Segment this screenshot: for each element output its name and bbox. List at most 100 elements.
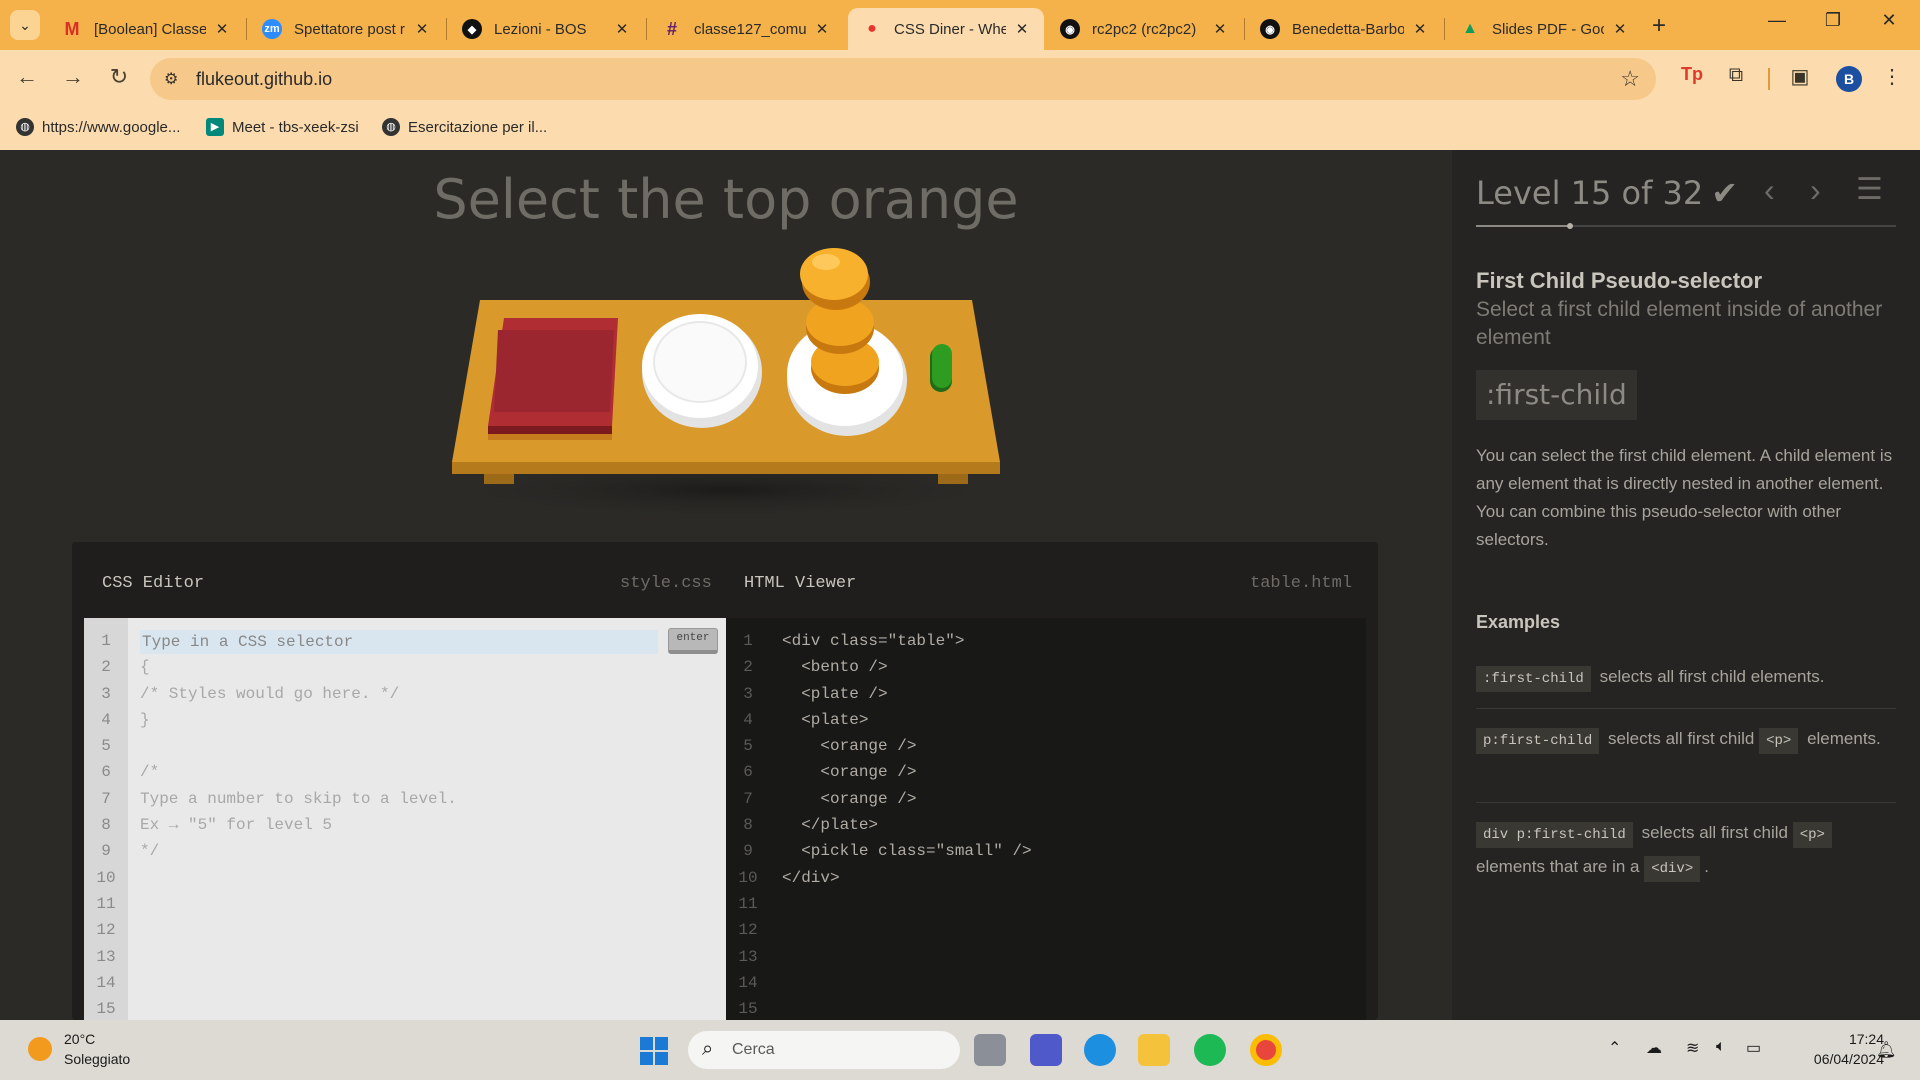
html-line[interactable]: <pickle class="small" /> xyxy=(782,838,1031,864)
close-icon[interactable]: ✕ xyxy=(814,20,830,38)
bookmark-label: Esercitazione per il... xyxy=(408,118,548,136)
edge-icon[interactable] xyxy=(1084,1034,1116,1066)
example-text: elements that are in a xyxy=(1476,857,1640,876)
google-drive-icon: ▲ xyxy=(1462,20,1478,37)
tab-title: rc2pc2 (rc2pc2) xyxy=(1092,20,1197,38)
side-panel-icon[interactable]: ▣ xyxy=(1786,64,1814,89)
html-line[interactable]: <orange /> xyxy=(782,786,1032,812)
html-line[interactable]: <plate> xyxy=(782,707,1032,733)
bookmark-google[interactable]: ◍ https://www.google... xyxy=(16,118,180,136)
bookmark-meet[interactable]: ▶ Meet - tbs-xeek-zsi xyxy=(206,118,359,136)
html-viewer-title: HTML Viewer xyxy=(744,574,857,593)
tab-gmail[interactable]: M [Boolean] Classe ✕ xyxy=(48,8,244,50)
example-1: :first-child selects all first child ele… xyxy=(1476,660,1896,694)
site-info-icon[interactable]: ⚙ xyxy=(164,69,178,89)
tab-zoom[interactable]: zm Spettatore post r ✕ xyxy=(248,8,444,50)
reload-icon: ↻ xyxy=(109,64,129,89)
html-line[interactable]: <orange /> xyxy=(782,733,1032,759)
tab-css-diner[interactable]: ● CSS Diner - Whe ✕ xyxy=(848,8,1044,50)
close-icon: ✕ xyxy=(1881,10,1897,30)
github-icon: ◉ xyxy=(1260,19,1280,39)
html-line[interactable]: <bento /> xyxy=(782,654,1032,680)
chrome-icon[interactable] xyxy=(1250,1034,1282,1066)
tab-slack[interactable]: # classe127_comur ✕ xyxy=(648,8,844,50)
bookmark-esercitazione[interactable]: ◍ Esercitazione per il... xyxy=(382,118,547,136)
example-code: <p> xyxy=(1759,728,1799,754)
minimize-button[interactable]: — xyxy=(1762,10,1792,31)
spotify-icon[interactable] xyxy=(1194,1034,1226,1066)
volume-icon[interactable]: 🔈︎ xyxy=(1716,1038,1726,1056)
tab-github-benedetta[interactable]: ◉ Benedetta-Barbo ✕ xyxy=(1246,8,1442,50)
table-scene xyxy=(426,248,1026,520)
html-line[interactable]: <orange /> xyxy=(782,759,1032,785)
close-window-button[interactable]: ✕ xyxy=(1874,10,1904,31)
teams-icon[interactable] xyxy=(1030,1034,1062,1066)
example-3: div p:first-child selects all first chil… xyxy=(1476,816,1896,884)
close-icon[interactable]: ✕ xyxy=(1612,20,1628,38)
extensions-puzzle-icon[interactable]: ⧉ xyxy=(1722,64,1750,87)
level-progress xyxy=(1476,223,1896,229)
tab-bos[interactable]: ◆ Lezioni - BOS ✕ xyxy=(448,8,644,50)
enter-button[interactable]: enter xyxy=(668,628,718,654)
bookmark-star-icon[interactable]: ☆ xyxy=(1620,66,1640,92)
onedrive-icon[interactable]: ☁ xyxy=(1646,1038,1662,1058)
clock-date[interactable]: 06/04/2024 xyxy=(1786,1051,1884,1067)
previous-level-button[interactable]: ‹ xyxy=(1764,172,1775,209)
example-text: selects all first child xyxy=(1641,823,1788,842)
level-label: Level 15 of 32 xyxy=(1476,174,1704,212)
sun-icon[interactable] xyxy=(28,1037,52,1061)
close-icon[interactable]: ✕ xyxy=(214,20,230,38)
battery-icon[interactable]: ▭ xyxy=(1746,1038,1761,1058)
new-tab-button[interactable]: + xyxy=(1652,12,1666,40)
taskbar-search[interactable]: ⌕ Cerca xyxy=(688,1031,960,1069)
html-line[interactable]: </plate> xyxy=(782,812,1032,838)
profile-avatar[interactable]: B xyxy=(1836,66,1862,92)
close-icon[interactable]: ✕ xyxy=(1014,20,1030,38)
html-filename: table.html xyxy=(1250,574,1353,593)
close-icon[interactable]: ✕ xyxy=(614,20,630,38)
close-icon[interactable]: ✕ xyxy=(1212,20,1228,38)
github-icon: ◉ xyxy=(1060,19,1080,39)
restore-button[interactable]: ❐ xyxy=(1818,10,1848,31)
forward-button[interactable]: → xyxy=(58,64,88,90)
tab-google-slides[interactable]: ▲ Slides PDF - Goo ✕ xyxy=(1446,8,1642,50)
tray-overflow-icon[interactable]: ⌃ xyxy=(1608,1038,1621,1058)
task-view-icon[interactable] xyxy=(974,1034,1006,1066)
example-code: div p:first-child xyxy=(1476,822,1633,848)
zoom-icon: zm xyxy=(262,19,282,39)
close-icon[interactable]: ✕ xyxy=(1412,20,1428,38)
url-text[interactable]: flukeout.github.io xyxy=(196,69,332,90)
example-code: <p> xyxy=(1792,822,1832,848)
start-button[interactable] xyxy=(640,1037,668,1065)
weather-description[interactable]: Soleggiato xyxy=(64,1051,130,1067)
reload-button[interactable]: ↻ xyxy=(104,64,134,90)
example-2: p:first-child selects all first child <p… xyxy=(1476,722,1896,756)
css-selector-input[interactable] xyxy=(140,630,658,654)
extension-tp-icon[interactable]: Tp xyxy=(1678,64,1706,85)
file-explorer-icon[interactable] xyxy=(1138,1034,1170,1066)
wifi-icon[interactable]: ≋ xyxy=(1686,1038,1699,1058)
level-menu-button[interactable]: ☰ xyxy=(1856,172,1883,207)
bos-icon: ◆ xyxy=(462,19,482,39)
tab-title: classe127_comur xyxy=(694,20,806,38)
kebab-menu-icon[interactable]: ⋮ xyxy=(1878,64,1906,89)
next-level-button[interactable]: › xyxy=(1810,172,1821,209)
tab-search-button[interactable]: ⌄ xyxy=(10,10,40,40)
tab-strip: ⌄ M [Boolean] Classe ✕ zm Spettatore pos… xyxy=(0,0,1920,50)
css-diner-icon: ● xyxy=(867,20,877,37)
tab-github-rc2pc2[interactable]: ◉ rc2pc2 (rc2pc2) ✕ xyxy=(1046,8,1242,50)
pickle-small[interactable] xyxy=(930,344,952,392)
back-button[interactable]: ← xyxy=(12,64,42,90)
html-line[interactable]: <div class="table"> xyxy=(782,628,1032,654)
example-code: :first-child xyxy=(1476,666,1591,692)
html-line[interactable]: </div> xyxy=(782,865,1032,891)
css-code: {/* Styles would go here. */}/* Type a nu… xyxy=(140,658,457,861)
weather-temperature[interactable]: 20°C xyxy=(64,1031,95,1047)
bento[interactable] xyxy=(488,318,618,440)
notification-bell-icon[interactable]: 🔔︎ xyxy=(1876,1040,1896,1060)
close-icon[interactable]: ✕ xyxy=(414,20,430,38)
html-line[interactable]: <plate /> xyxy=(782,681,1032,707)
address-bar[interactable]: ⚙ flukeout.github.io ☆ xyxy=(150,58,1656,100)
css-diner-page: Select the top orange CSS Editor style.c… xyxy=(0,150,1920,1028)
selector-syntax: :first-child xyxy=(1476,370,1637,420)
